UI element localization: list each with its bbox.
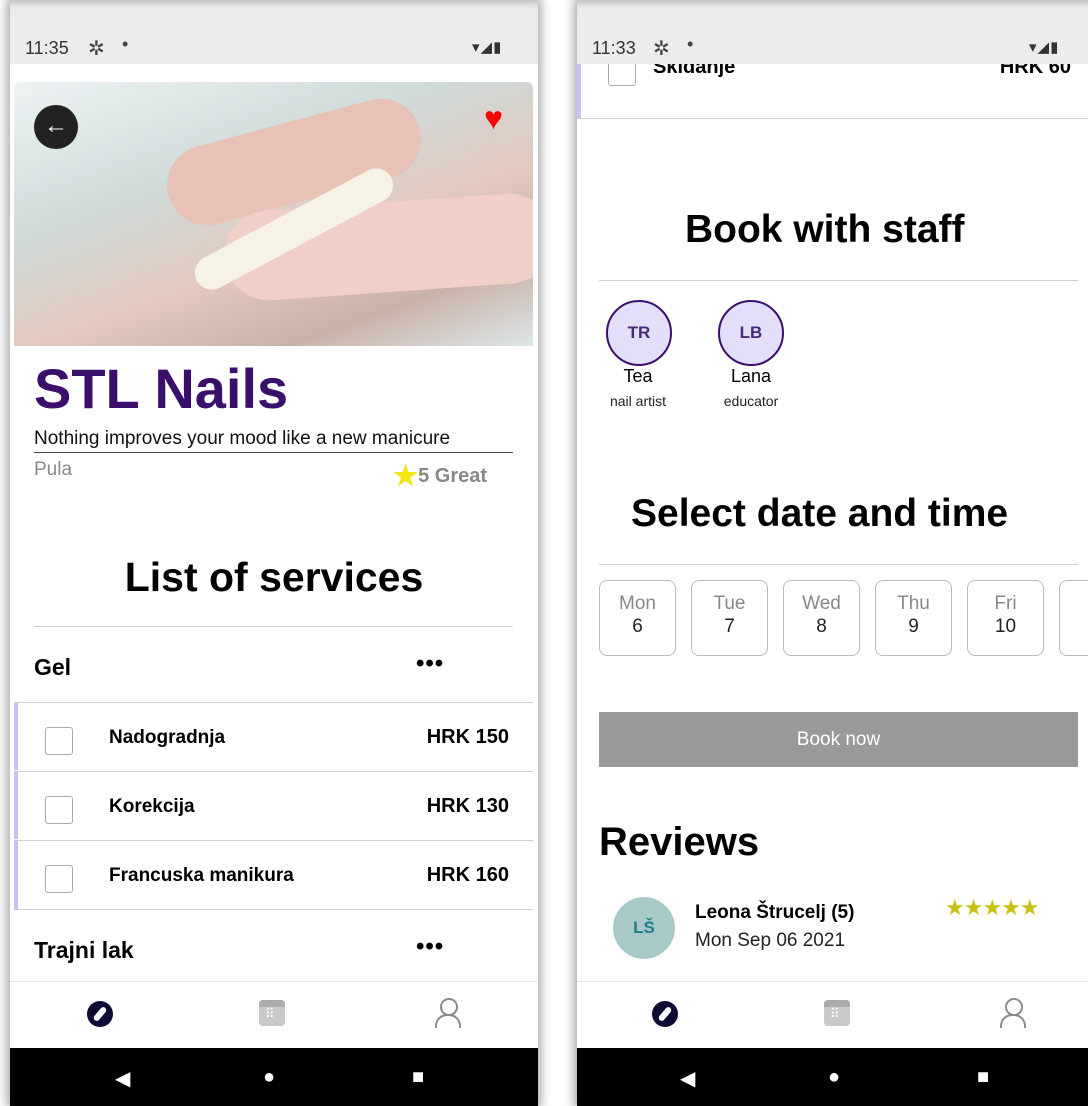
- service-price: HRK 130: [426, 795, 509, 817]
- bottom-tab-bar: [10, 981, 538, 1048]
- day-card[interactable]: Tue 7: [691, 580, 768, 656]
- book-now-button[interactable]: Book now: [599, 712, 1078, 767]
- day-name: Fri: [994, 593, 1017, 614]
- review-stars-icon: ★★★★★: [945, 895, 1040, 920]
- service-checkbox[interactable]: [45, 727, 73, 755]
- bottom-tab-bar: [577, 981, 1088, 1048]
- date-heading: Select date and time: [631, 492, 1009, 535]
- day-card[interactable]: Thu 9: [875, 580, 952, 656]
- shop-title: STL Nails: [34, 357, 289, 420]
- service-row[interactable]: Nadogradnja HRK 150: [14, 702, 533, 770]
- service-price: HRK 60: [999, 64, 1071, 78]
- day-card[interactable]: Fri 10: [967, 580, 1044, 656]
- status-time: 11:35: [25, 38, 69, 58]
- settings-icon: ✲: [653, 38, 670, 60]
- explore-compass-icon[interactable]: [652, 1001, 678, 1027]
- day-date: 7: [724, 616, 735, 637]
- nav-back-icon[interactable]: ◀: [680, 1066, 695, 1091]
- status-bar: 11:35 ✲ • ▾◢▮: [10, 0, 538, 64]
- day-card[interactable]: Wed 8: [783, 580, 860, 656]
- salon-hero-image: [14, 82, 533, 346]
- service-name: Nadogradnja: [109, 727, 226, 748]
- nav-recents-icon[interactable]: ■: [977, 1066, 989, 1089]
- day-date: 8: [816, 616, 827, 637]
- staff-role: nail artist: [609, 393, 667, 409]
- reviewer-name: Leona Štrucelj (5): [695, 902, 855, 923]
- staff-name: Tea: [623, 366, 653, 386]
- divider: [34, 626, 513, 627]
- rating-text: 5 Great: [418, 465, 488, 487]
- day-name: Wed: [802, 593, 841, 614]
- system-nav-bar: ◀ ● ■: [10, 1048, 538, 1106]
- staff-heading: Book with staff: [685, 208, 965, 251]
- signal-battery-icon: ▾◢▮: [1029, 39, 1060, 56]
- nav-recents-icon[interactable]: ■: [412, 1066, 424, 1089]
- review-date: Mon Sep 06 2021: [695, 930, 846, 951]
- staff-avatar[interactable]: LB: [718, 300, 784, 366]
- calendar-icon[interactable]: [824, 1000, 850, 1026]
- service-name: Francuska manikura: [109, 865, 294, 886]
- day-card[interactable]: Mon 6: [599, 580, 676, 656]
- more-options-icon[interactable]: •••: [416, 650, 444, 678]
- staff-role: educator: [723, 393, 779, 409]
- day-date: 6: [632, 616, 643, 637]
- day-name: Tue: [713, 593, 746, 614]
- signal-battery-icon: ▾◢▮: [472, 39, 503, 56]
- day-date: 10: [994, 616, 1017, 637]
- service-price: HRK 160: [426, 864, 509, 886]
- nav-home-icon[interactable]: ●: [828, 1066, 840, 1089]
- status-time: 11:33: [592, 38, 636, 58]
- right-screen: 11:33 ✲ • ▾◢▮ Skidanje HRK 60 Book with …: [577, 0, 1088, 1106]
- services-heading: List of services: [124, 554, 424, 600]
- category-trajni-lak[interactable]: Trajni lak: [34, 937, 134, 964]
- day-card-partial[interactable]: [1059, 580, 1088, 656]
- settings-icon: ✲: [88, 38, 105, 60]
- shop-rating: ★5 Great: [393, 456, 488, 491]
- favorite-heart-icon[interactable]: ♥: [484, 100, 503, 137]
- staff-name: Lana: [730, 366, 772, 386]
- reviewer-avatar: LŠ: [613, 897, 675, 959]
- service-row[interactable]: Korekcija HRK 130: [14, 771, 533, 839]
- staff-avatar[interactable]: TR: [606, 300, 672, 366]
- divider: [599, 280, 1078, 281]
- service-name: Skidanje: [653, 64, 736, 78]
- profile-icon[interactable]: [433, 998, 463, 1030]
- category-gel[interactable]: Gel: [34, 654, 71, 681]
- back-arrow-icon[interactable]: ←: [34, 105, 78, 149]
- shop-city: Pula: [34, 459, 73, 480]
- reviews-heading: Reviews: [599, 820, 760, 864]
- left-screen: 11:35 ✲ • ▾◢▮ ← ♥ STL Nails Nothing impr…: [10, 0, 538, 1106]
- service-row[interactable]: Francuska manikura HRK 160: [14, 840, 533, 910]
- service-checkbox[interactable]: [45, 865, 73, 893]
- service-row-partial[interactable]: Skidanje HRK 60: [577, 64, 1088, 119]
- calendar-icon[interactable]: [259, 1000, 285, 1026]
- notification-dot-icon: •: [122, 34, 129, 54]
- status-bar: 11:33 ✲ • ▾◢▮: [577, 0, 1088, 64]
- divider: [599, 564, 1078, 565]
- more-options-icon[interactable]: •••: [416, 933, 444, 961]
- service-price: HRK 150: [426, 726, 509, 748]
- day-name: Thu: [897, 593, 930, 614]
- service-checkbox[interactable]: [45, 796, 73, 824]
- nav-back-icon[interactable]: ◀: [115, 1066, 130, 1091]
- explore-compass-icon[interactable]: [87, 1001, 113, 1027]
- day-date: 9: [908, 616, 919, 637]
- profile-icon[interactable]: [998, 998, 1028, 1030]
- service-name: Korekcija: [109, 796, 195, 817]
- day-name: Mon: [619, 593, 656, 614]
- nav-home-icon[interactable]: ●: [263, 1066, 275, 1089]
- notification-dot-icon: •: [687, 34, 694, 54]
- shop-tagline: Nothing improves your mood like a new ma…: [34, 428, 513, 453]
- system-nav-bar: ◀ ● ■: [577, 1048, 1088, 1106]
- service-checkbox[interactable]: [608, 64, 636, 86]
- star-icon: ★: [393, 460, 419, 491]
